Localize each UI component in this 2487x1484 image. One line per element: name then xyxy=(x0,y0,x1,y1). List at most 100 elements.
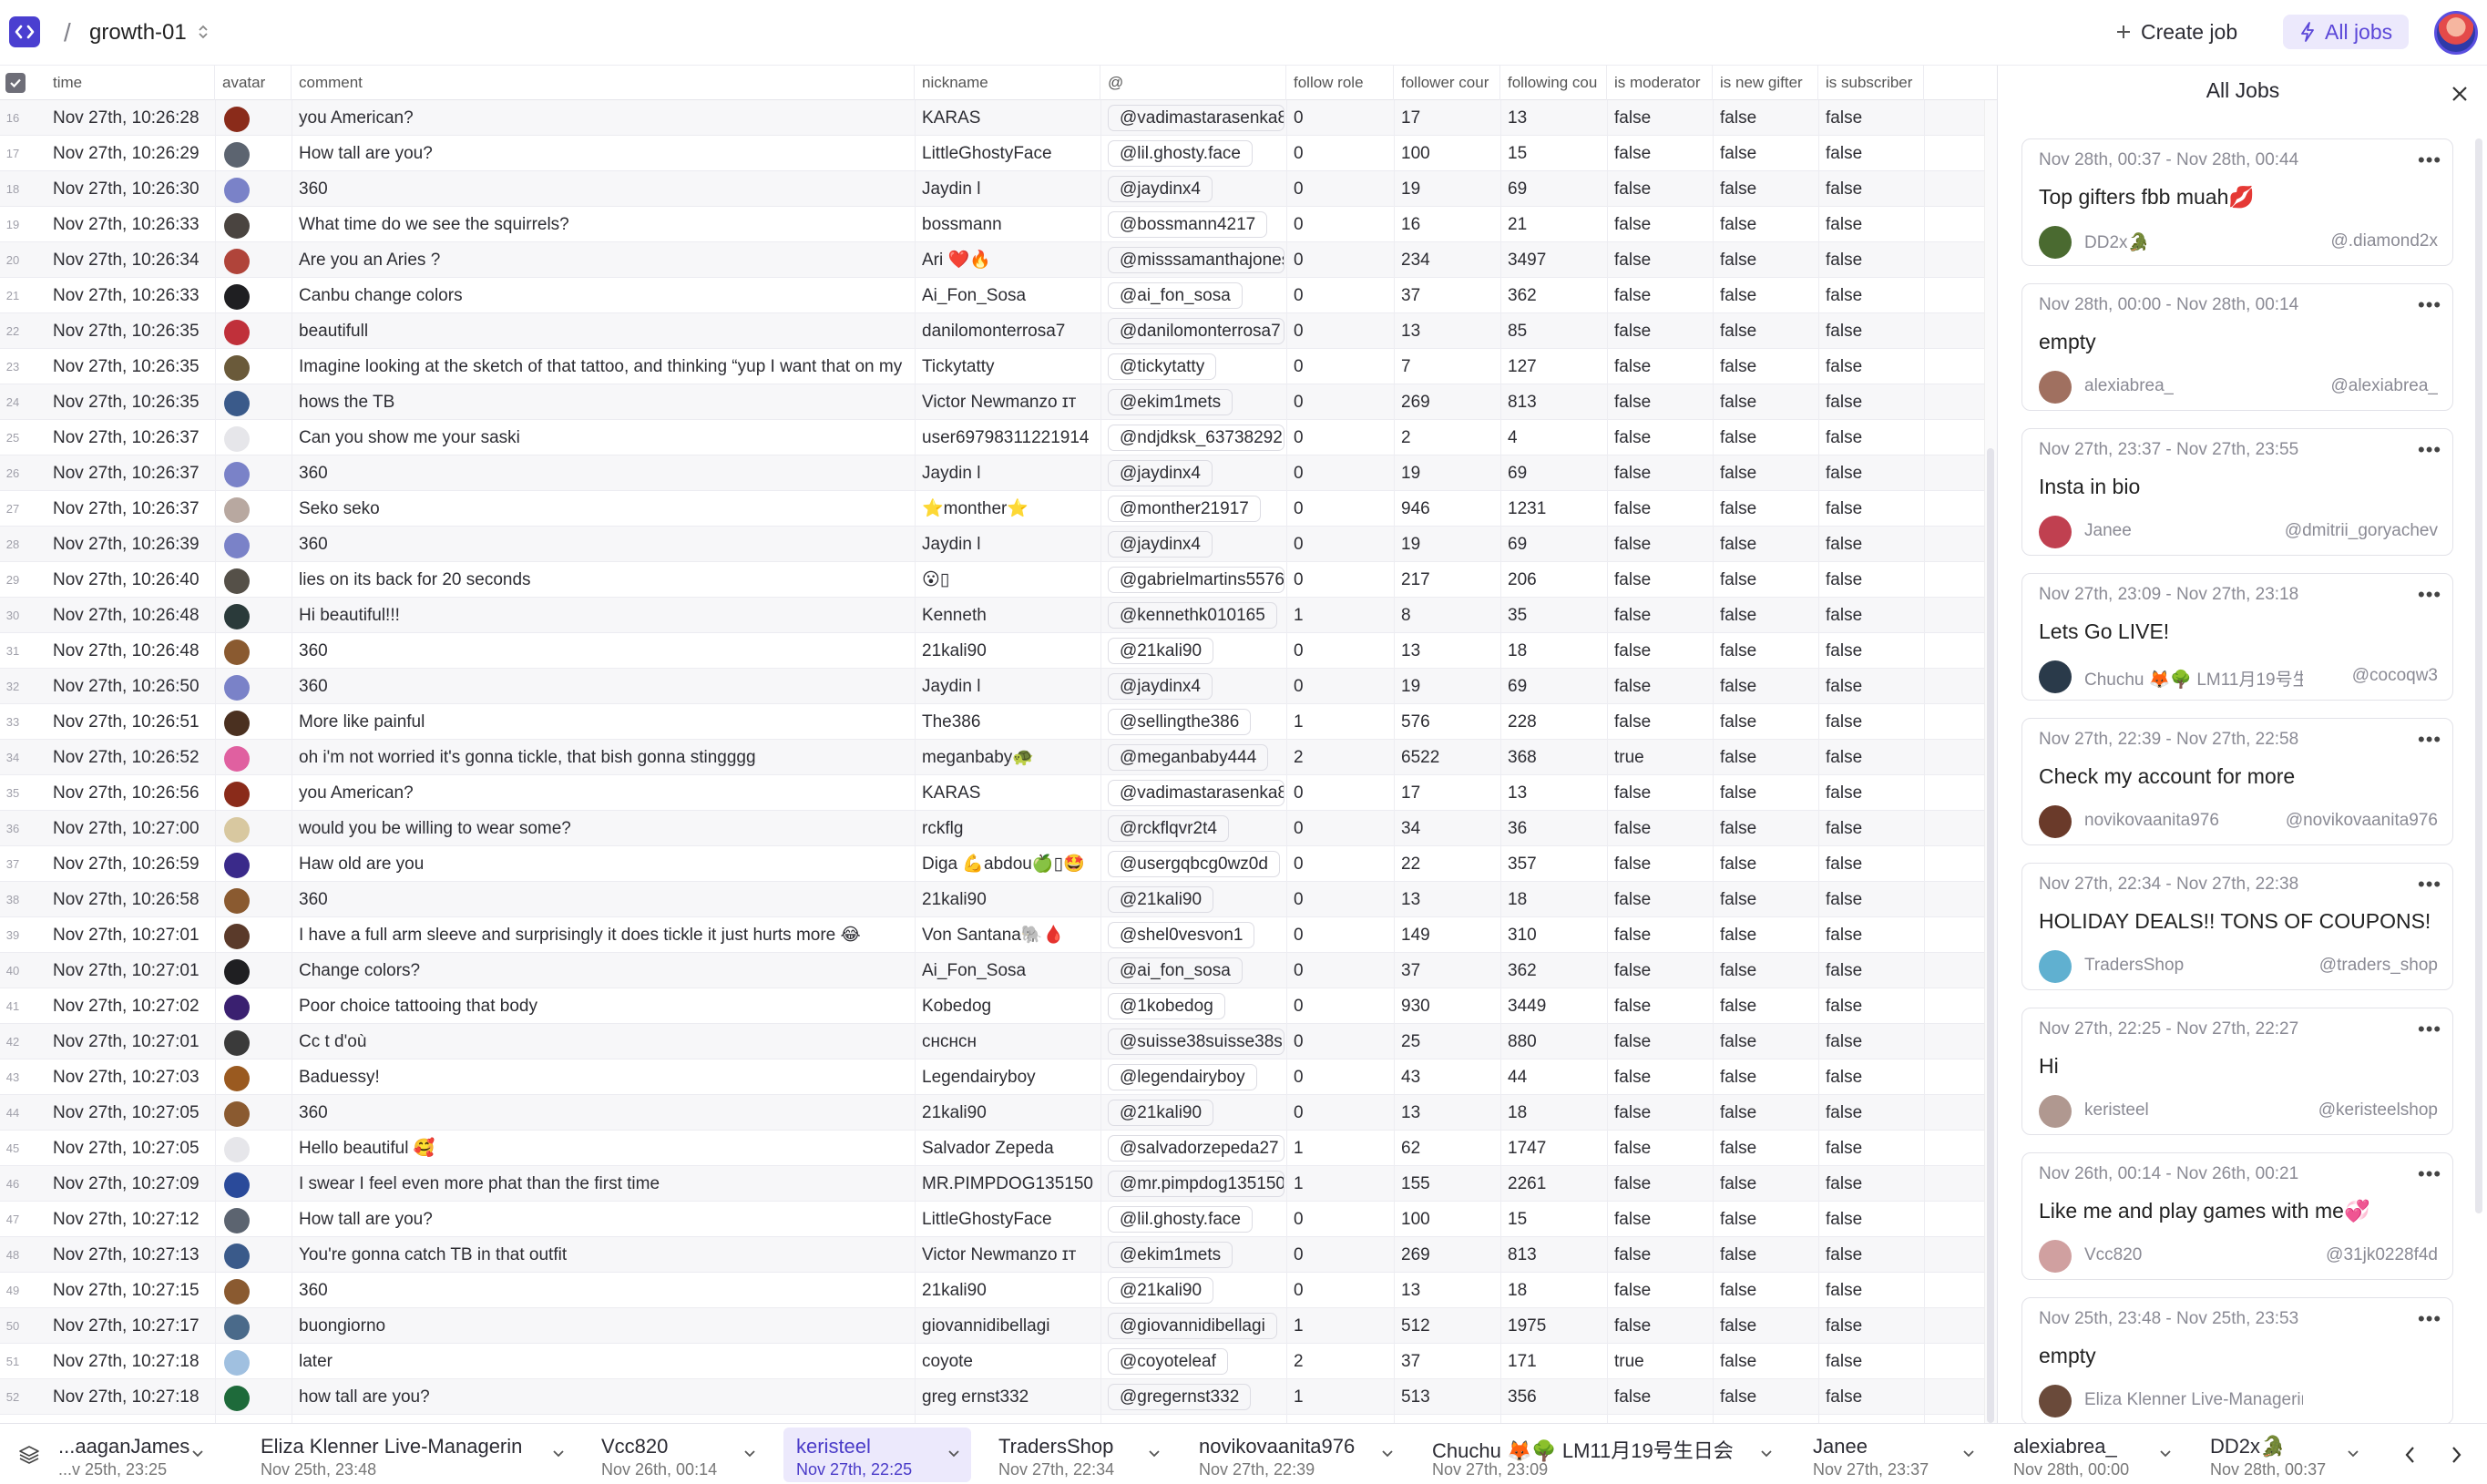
table-scrollbar-thumb[interactable] xyxy=(1987,448,1994,1423)
handle-pill[interactable]: @meganbaby444 xyxy=(1108,744,1269,771)
more-options-icon[interactable]: ••• xyxy=(2418,728,2441,752)
table-row[interactable]: 37 Nov 27th, 10:26:59 Haw old are you Diga … xyxy=(0,846,1984,882)
table-row[interactable]: 31 Nov 27th, 10:26:48 360 21kali90 @21kali90… xyxy=(0,633,1984,669)
more-options-icon[interactable]: ••• xyxy=(2418,148,2441,172)
handle-pill[interactable]: @usergqbcg0wz0d xyxy=(1108,851,1280,877)
job-tab[interactable]: alexiabrea_ Nov 28th, 00:00 xyxy=(2001,1428,2183,1482)
app-logo-icon[interactable] xyxy=(9,16,40,47)
column-header[interactable]: avatar xyxy=(215,66,292,100)
column-header[interactable]: is new gifter xyxy=(1713,66,1818,100)
all-jobs-button[interactable]: All jobs xyxy=(2283,15,2410,49)
job-card[interactable]: Nov 27th, 23:37 - Nov 27th, 23:55 ••• Inst… xyxy=(2021,428,2453,556)
job-tab[interactable]: Janee Nov 27th, 23:37 xyxy=(1800,1428,1986,1482)
more-options-icon[interactable]: ••• xyxy=(2418,1307,2441,1331)
table-row[interactable]: 38 Nov 27th, 10:26:58 360 21kali90 @21kali90… xyxy=(0,882,1984,917)
handle-pill[interactable]: @vadimastarasenka8 xyxy=(1108,780,1284,806)
handle-pill[interactable]: @ekim1mets xyxy=(1108,1242,1233,1268)
handle-pill[interactable]: @jaydinx4 xyxy=(1108,176,1213,202)
table-row[interactable]: 39 Nov 27th, 10:27:01 I have a full arm sl… xyxy=(0,917,1984,953)
chevron-down-icon[interactable] xyxy=(1962,1449,1975,1458)
job-tab[interactable]: Chuchu 🦊🌳 LM11月19号生日会 Nov 27th, 23:09 xyxy=(1419,1428,1784,1482)
job-card[interactable]: Nov 27th, 22:25 - Nov 27th, 22:27 ••• Hi ke… xyxy=(2021,1008,2453,1135)
handle-pill[interactable]: @jaydinx4 xyxy=(1108,460,1213,486)
job-tab[interactable]: TradersShop Nov 27th, 22:34 xyxy=(986,1428,1172,1482)
table-row[interactable]: 36 Nov 27th, 10:27:00 would you be willing… xyxy=(0,811,1984,846)
job-tab[interactable]: novikovaanita976 Nov 27th, 22:39 xyxy=(1186,1428,1405,1482)
table-row[interactable]: 48 Nov 27th, 10:27:13 You're gonna catch T… xyxy=(0,1237,1984,1273)
table-row[interactable]: 26 Nov 27th, 10:26:37 360 Jaydin l @jaydinx4… xyxy=(0,455,1984,491)
chevron-down-icon[interactable] xyxy=(191,1449,204,1458)
column-header[interactable]: time xyxy=(46,66,215,100)
table-row[interactable]: 40 Nov 27th, 10:27:01 Change colors? Ai_Fon… xyxy=(0,953,1984,988)
column-header[interactable]: follow role xyxy=(1286,66,1394,100)
chevron-updown-icon[interactable] xyxy=(197,24,210,40)
handle-pill[interactable]: @gregernst332 xyxy=(1108,1384,1252,1410)
table-row[interactable]: 32 Nov 27th, 10:26:50 360 Jaydin l @jaydinx4… xyxy=(0,669,1984,704)
job-tab[interactable]: Eliza Klenner Live-Managerin Nov 25th, 23… xyxy=(248,1428,576,1482)
table-row[interactable]: 16 Nov 27th, 10:26:28 you American? KARAS @v… xyxy=(0,100,1984,136)
table-row[interactable]: 41 Nov 27th, 10:27:02 Poor choice tattooin… xyxy=(0,988,1984,1024)
table-row[interactable]: 52 Nov 27th, 10:27:18 how tall are you? gre… xyxy=(0,1379,1984,1415)
column-header[interactable]: @ xyxy=(1100,66,1286,100)
handle-pill[interactable]: @kennethk010165 xyxy=(1108,602,1277,629)
job-tab[interactable]: Vcc820 Nov 26th, 00:14 xyxy=(588,1428,767,1482)
handle-pill[interactable]: @21kali90 xyxy=(1108,886,1214,913)
job-card[interactable]: Nov 26th, 00:14 - Nov 26th, 00:21 ••• Like… xyxy=(2021,1152,2453,1280)
table-row[interactable]: 27 Nov 27th, 10:26:37 Seko seko ⭐monther⭐ @m… xyxy=(0,491,1984,527)
table-row[interactable]: 19 Nov 27th, 10:26:33 What time do we see … xyxy=(0,207,1984,242)
handle-pill[interactable]: @bossmann4217 xyxy=(1108,211,1268,238)
table-row[interactable]: 23 Nov 27th, 10:26:35 Imagine looking at t… xyxy=(0,349,1984,384)
handle-pill[interactable]: @mr.pimpdog135150 xyxy=(1108,1171,1284,1197)
handle-pill[interactable]: @legendairyboy xyxy=(1108,1064,1257,1090)
handle-pill[interactable]: @coyoteleaf xyxy=(1108,1348,1228,1375)
handle-pill[interactable]: @giovannidibellagi xyxy=(1108,1313,1277,1339)
column-header[interactable]: follower cour xyxy=(1394,66,1500,100)
table-row[interactable]: 49 Nov 27th, 10:27:15 360 21kali90 @21kali90… xyxy=(0,1273,1984,1308)
handle-pill[interactable]: @danilomonterrosa7 xyxy=(1108,318,1284,344)
table-row[interactable]: 30 Nov 27th, 10:26:48 Hi beautiful!!! Kenne… xyxy=(0,598,1984,633)
job-card[interactable]: Nov 27th, 22:34 - Nov 27th, 22:38 ••• HOLI… xyxy=(2021,863,2453,990)
table-row[interactable]: 50 Nov 27th, 10:27:17 buongiorno giovannidi… xyxy=(0,1308,1984,1344)
table-row[interactable]: 35 Nov 27th, 10:26:56 you American? KARAS @v… xyxy=(0,775,1984,811)
layers-icon[interactable] xyxy=(18,1444,40,1466)
close-icon[interactable] xyxy=(2448,82,2472,106)
handle-pill[interactable]: @vadimastarasenka8 xyxy=(1108,105,1284,131)
handle-pill[interactable]: @tickytatty xyxy=(1108,353,1217,380)
chevron-down-icon[interactable] xyxy=(1381,1449,1394,1458)
table-row[interactable]: 34 Nov 27th, 10:26:52 oh i'm not worried i… xyxy=(0,740,1984,775)
handle-pill[interactable]: @salvadorzepeda27 xyxy=(1108,1135,1284,1162)
chevron-down-icon[interactable] xyxy=(2159,1449,2172,1458)
table-row[interactable]: 22 Nov 27th, 10:26:35 beautifull danilomont… xyxy=(0,313,1984,349)
column-header[interactable]: is subscriber xyxy=(1818,66,1924,100)
job-tab[interactable]: keristeel Nov 27th, 22:25 xyxy=(783,1428,971,1482)
table-row[interactable]: 18 Nov 27th, 10:26:30 360 Jaydin l @jaydinx4… xyxy=(0,171,1984,207)
handle-pill[interactable]: @jaydinx4 xyxy=(1108,531,1213,558)
more-options-icon[interactable]: ••• xyxy=(2418,1162,2441,1186)
handle-pill[interactable]: @21kali90 xyxy=(1108,1100,1214,1126)
chevron-down-icon[interactable] xyxy=(1148,1449,1161,1458)
handle-pill[interactable]: @rckflqvr2t4 xyxy=(1108,815,1229,842)
more-options-icon[interactable]: ••• xyxy=(2418,438,2441,462)
job-tab[interactable]: ...aaganJames ...v 25th, 23:25 xyxy=(46,1428,215,1482)
table-row[interactable]: 29 Nov 27th, 10:26:40 lies on its back for… xyxy=(0,562,1984,598)
job-card[interactable]: Nov 27th, 23:09 - Nov 27th, 23:18 ••• Lets… xyxy=(2021,573,2453,701)
table-row[interactable]: 17 Nov 27th, 10:26:29 How tall are you? Lit… xyxy=(0,136,1984,171)
table-row[interactable]: 21 Nov 27th, 10:26:33 Canbu change colors A… xyxy=(0,278,1984,313)
user-avatar[interactable] xyxy=(2434,11,2478,55)
chevron-down-icon[interactable] xyxy=(1760,1449,1773,1458)
handle-pill[interactable]: @ai_fon_sosa xyxy=(1108,282,1243,309)
more-options-icon[interactable]: ••• xyxy=(2418,583,2441,607)
table-row[interactable]: 46 Nov 27th, 10:27:09 I swear I feel even … xyxy=(0,1166,1984,1202)
handle-pill[interactable]: @shel0vesvon1 xyxy=(1108,922,1255,948)
table-row[interactable]: 44 Nov 27th, 10:27:05 360 21kali90 @21kali90… xyxy=(0,1095,1984,1131)
table-row[interactable]: 33 Nov 27th, 10:26:51 More like painful The… xyxy=(0,704,1984,740)
table-row[interactable]: 20 Nov 27th, 10:26:34 Are you an Aries ? Ar… xyxy=(0,242,1984,278)
handle-pill[interactable]: @jaydinx4 xyxy=(1108,673,1213,700)
chevron-down-icon[interactable] xyxy=(947,1449,960,1458)
more-options-icon[interactable]: ••• xyxy=(2418,873,2441,896)
chevron-left-icon[interactable] xyxy=(2400,1442,2421,1468)
handle-pill[interactable]: @lil.ghosty.face xyxy=(1108,140,1253,167)
column-header[interactable]: comment xyxy=(292,66,915,100)
chevron-down-icon[interactable] xyxy=(743,1449,756,1458)
job-card[interactable]: Nov 28th, 00:37 - Nov 28th, 00:44 ••• Top … xyxy=(2021,138,2453,266)
